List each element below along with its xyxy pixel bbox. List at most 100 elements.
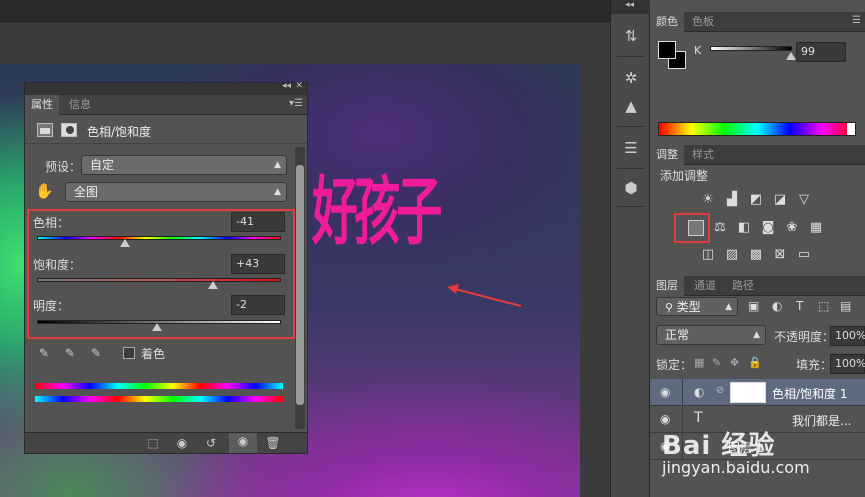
updown-icon: ▲ xyxy=(274,187,281,197)
channel-select[interactable]: 全图 ▲ xyxy=(65,182,287,202)
layer-name[interactable]: 我们都是... xyxy=(792,412,851,429)
eye-visibility-icon[interactable]: ◉ xyxy=(660,385,670,399)
brush-preset-icon[interactable]: ☰ xyxy=(619,136,643,160)
layer-mask-icon[interactable] xyxy=(61,123,77,137)
lock-brush-icon[interactable]: ✎ xyxy=(712,356,721,369)
lock-all-icon[interactable]: 🔒 xyxy=(748,356,762,369)
updown-icon: ▲ xyxy=(753,330,760,340)
black-white-icon[interactable]: ◧ xyxy=(736,220,752,236)
panel-menu-icon[interactable]: ▾☰ xyxy=(289,98,303,109)
layer-row[interactable]: ◉ ◐ ⊘ 色相/饱和度 1 xyxy=(650,379,865,406)
tab-color[interactable]: 颜色 xyxy=(650,12,684,32)
red-arrow-annotation xyxy=(447,284,522,307)
panel-icon-strip: ◂◂ ⇅ ✲ ▲ ☰ ⬢ xyxy=(610,0,651,497)
properties-tabs: 属性 信息 ▾☰ xyxy=(25,95,307,115)
color-panel-tabs: 颜色 色板 ☰ xyxy=(650,12,865,32)
k-value-field[interactable]: 99 xyxy=(796,42,846,62)
channel-mixer-icon[interactable]: ❀ xyxy=(784,220,800,236)
curves-icon[interactable]: ◩ xyxy=(748,192,764,208)
preset-label: 预设： xyxy=(45,160,82,174)
tab-properties[interactable]: 属性 xyxy=(25,95,59,115)
view-previous-icon[interactable]: ◉ xyxy=(171,435,193,451)
threshold-icon[interactable]: ▩ xyxy=(748,247,764,263)
output-color-bar xyxy=(35,396,283,402)
tab-swatches[interactable]: 色板 xyxy=(686,12,720,32)
baidu-watermark-logo: Bai 经验 xyxy=(662,431,776,461)
layer-mask-thumbnail[interactable] xyxy=(730,382,766,403)
collapse-icon[interactable]: ◂◂ xyxy=(625,0,634,10)
navigator-icon[interactable]: ✲ xyxy=(619,66,643,90)
tab-adjustments[interactable]: 调整 xyxy=(650,145,684,165)
k-slider-thumb[interactable] xyxy=(786,52,797,60)
adjustment-layer-icon xyxy=(37,123,53,137)
gradient-map-icon[interactable]: ▭ xyxy=(796,247,812,263)
properties-header: 色相/饱和度 xyxy=(25,116,307,144)
selective-color-icon[interactable]: ⊠ xyxy=(772,247,788,263)
tab-paths[interactable]: 路径 xyxy=(726,276,760,296)
tab-info[interactable]: 信息 xyxy=(63,95,97,115)
eyedropper-minus-icon[interactable]: ✎ xyxy=(87,345,105,361)
levels-icon[interactable]: ▟ xyxy=(724,192,740,208)
k-slider[interactable] xyxy=(710,46,792,51)
reset-icon[interactable]: ↺ xyxy=(201,435,221,451)
layers-panel-tabs: 图层 通道 路径 xyxy=(650,276,865,296)
color-balance-icon[interactable]: ⚖ xyxy=(712,220,728,236)
color-lookup-icon[interactable]: ▦ xyxy=(808,220,824,236)
preset-select[interactable]: 自定 ▲ xyxy=(81,155,287,175)
3d-cube-icon[interactable]: ⬢ xyxy=(619,176,643,200)
text-layer-icon: T xyxy=(694,410,703,426)
search-icon: ⚲ xyxy=(665,301,677,314)
opacity-label: 不透明度： xyxy=(774,330,835,344)
properties-panel-titlebar[interactable]: ◂◂ ✕ xyxy=(25,81,307,95)
tab-channels[interactable]: 通道 xyxy=(688,276,722,296)
updown-icon: ▲ xyxy=(274,160,281,170)
fill-label: 填充： xyxy=(796,358,833,372)
eyedropper-icon[interactable]: ✎ xyxy=(35,345,53,361)
tab-layers[interactable]: 图层 xyxy=(650,276,684,296)
blend-mode-value: 正常 xyxy=(665,328,690,342)
colorize-checkbox[interactable] xyxy=(123,347,135,359)
invert-icon[interactable]: ◫ xyxy=(700,247,716,263)
panel-menu-icon[interactable]: ☰ xyxy=(852,15,861,26)
strip-titlebar: ◂◂ xyxy=(611,0,651,14)
collapse-icon[interactable]: ◂◂ xyxy=(282,81,291,91)
color-spectrum-ramp[interactable] xyxy=(658,122,856,136)
updown-icon: ▲ xyxy=(725,302,732,312)
input-color-bar xyxy=(35,383,283,389)
lock-label: 锁定： xyxy=(656,358,693,372)
colorize-label: 着色 xyxy=(141,347,166,361)
smart-filter-icon[interactable]: ▤ xyxy=(840,299,851,313)
histogram-icon[interactable]: ▲ xyxy=(619,94,643,118)
fill-field[interactable]: 100% xyxy=(830,354,865,374)
adjustment-filter-icon[interactable]: ◐ xyxy=(772,299,782,313)
history-icon[interactable]: ⇅ xyxy=(619,24,643,48)
pixel-filter-icon[interactable]: ▣ xyxy=(748,299,759,313)
shape-filter-icon[interactable]: ⬚ xyxy=(818,299,829,313)
clip-to-layer-icon[interactable]: ⬚ xyxy=(143,435,163,451)
layer-name[interactable]: 色相/饱和度 1 xyxy=(772,385,848,402)
posterize-icon[interactable]: ▨ xyxy=(724,247,740,263)
type-filter-icon[interactable]: T xyxy=(796,299,803,313)
lock-transparency-icon[interactable]: ▦ xyxy=(694,356,704,369)
gradient-triangle-icon[interactable]: ▽ xyxy=(796,192,812,208)
brightness-icon[interactable]: ☀ xyxy=(700,192,716,208)
hand-target-icon[interactable]: ✋ xyxy=(35,182,54,200)
hue-sat-layer-icon: ◐ xyxy=(694,385,705,399)
blend-mode-select[interactable]: 正常 ▲ xyxy=(656,325,766,345)
eyedropper-plus-icon[interactable]: ✎ xyxy=(61,345,79,361)
close-icon[interactable]: ✕ xyxy=(295,81,303,91)
canvas-top-bar xyxy=(0,0,610,22)
photo-filter-icon[interactable]: ◙ xyxy=(760,220,776,236)
eye-visibility-icon[interactable]: ◉ xyxy=(660,412,670,426)
visibility-eye-icon[interactable]: ◉ xyxy=(229,433,257,453)
layer-filter-select[interactable]: ⚲ 类型 ▲ xyxy=(656,297,738,316)
opacity-field[interactable]: 100% xyxy=(830,326,865,346)
delete-trash-icon[interactable]: 🗑 xyxy=(263,435,283,451)
exposure-icon[interactable]: ◪ xyxy=(772,192,788,208)
tab-styles[interactable]: 样式 xyxy=(686,145,720,165)
properties-scrollbar[interactable] xyxy=(295,147,305,429)
properties-scrollbar-thumb[interactable] xyxy=(296,165,304,405)
chain-link-icon[interactable]: ⊘ xyxy=(716,385,724,396)
foreground-color-swatch-top[interactable] xyxy=(658,41,676,59)
lock-move-icon[interactable]: ✥ xyxy=(730,356,739,369)
